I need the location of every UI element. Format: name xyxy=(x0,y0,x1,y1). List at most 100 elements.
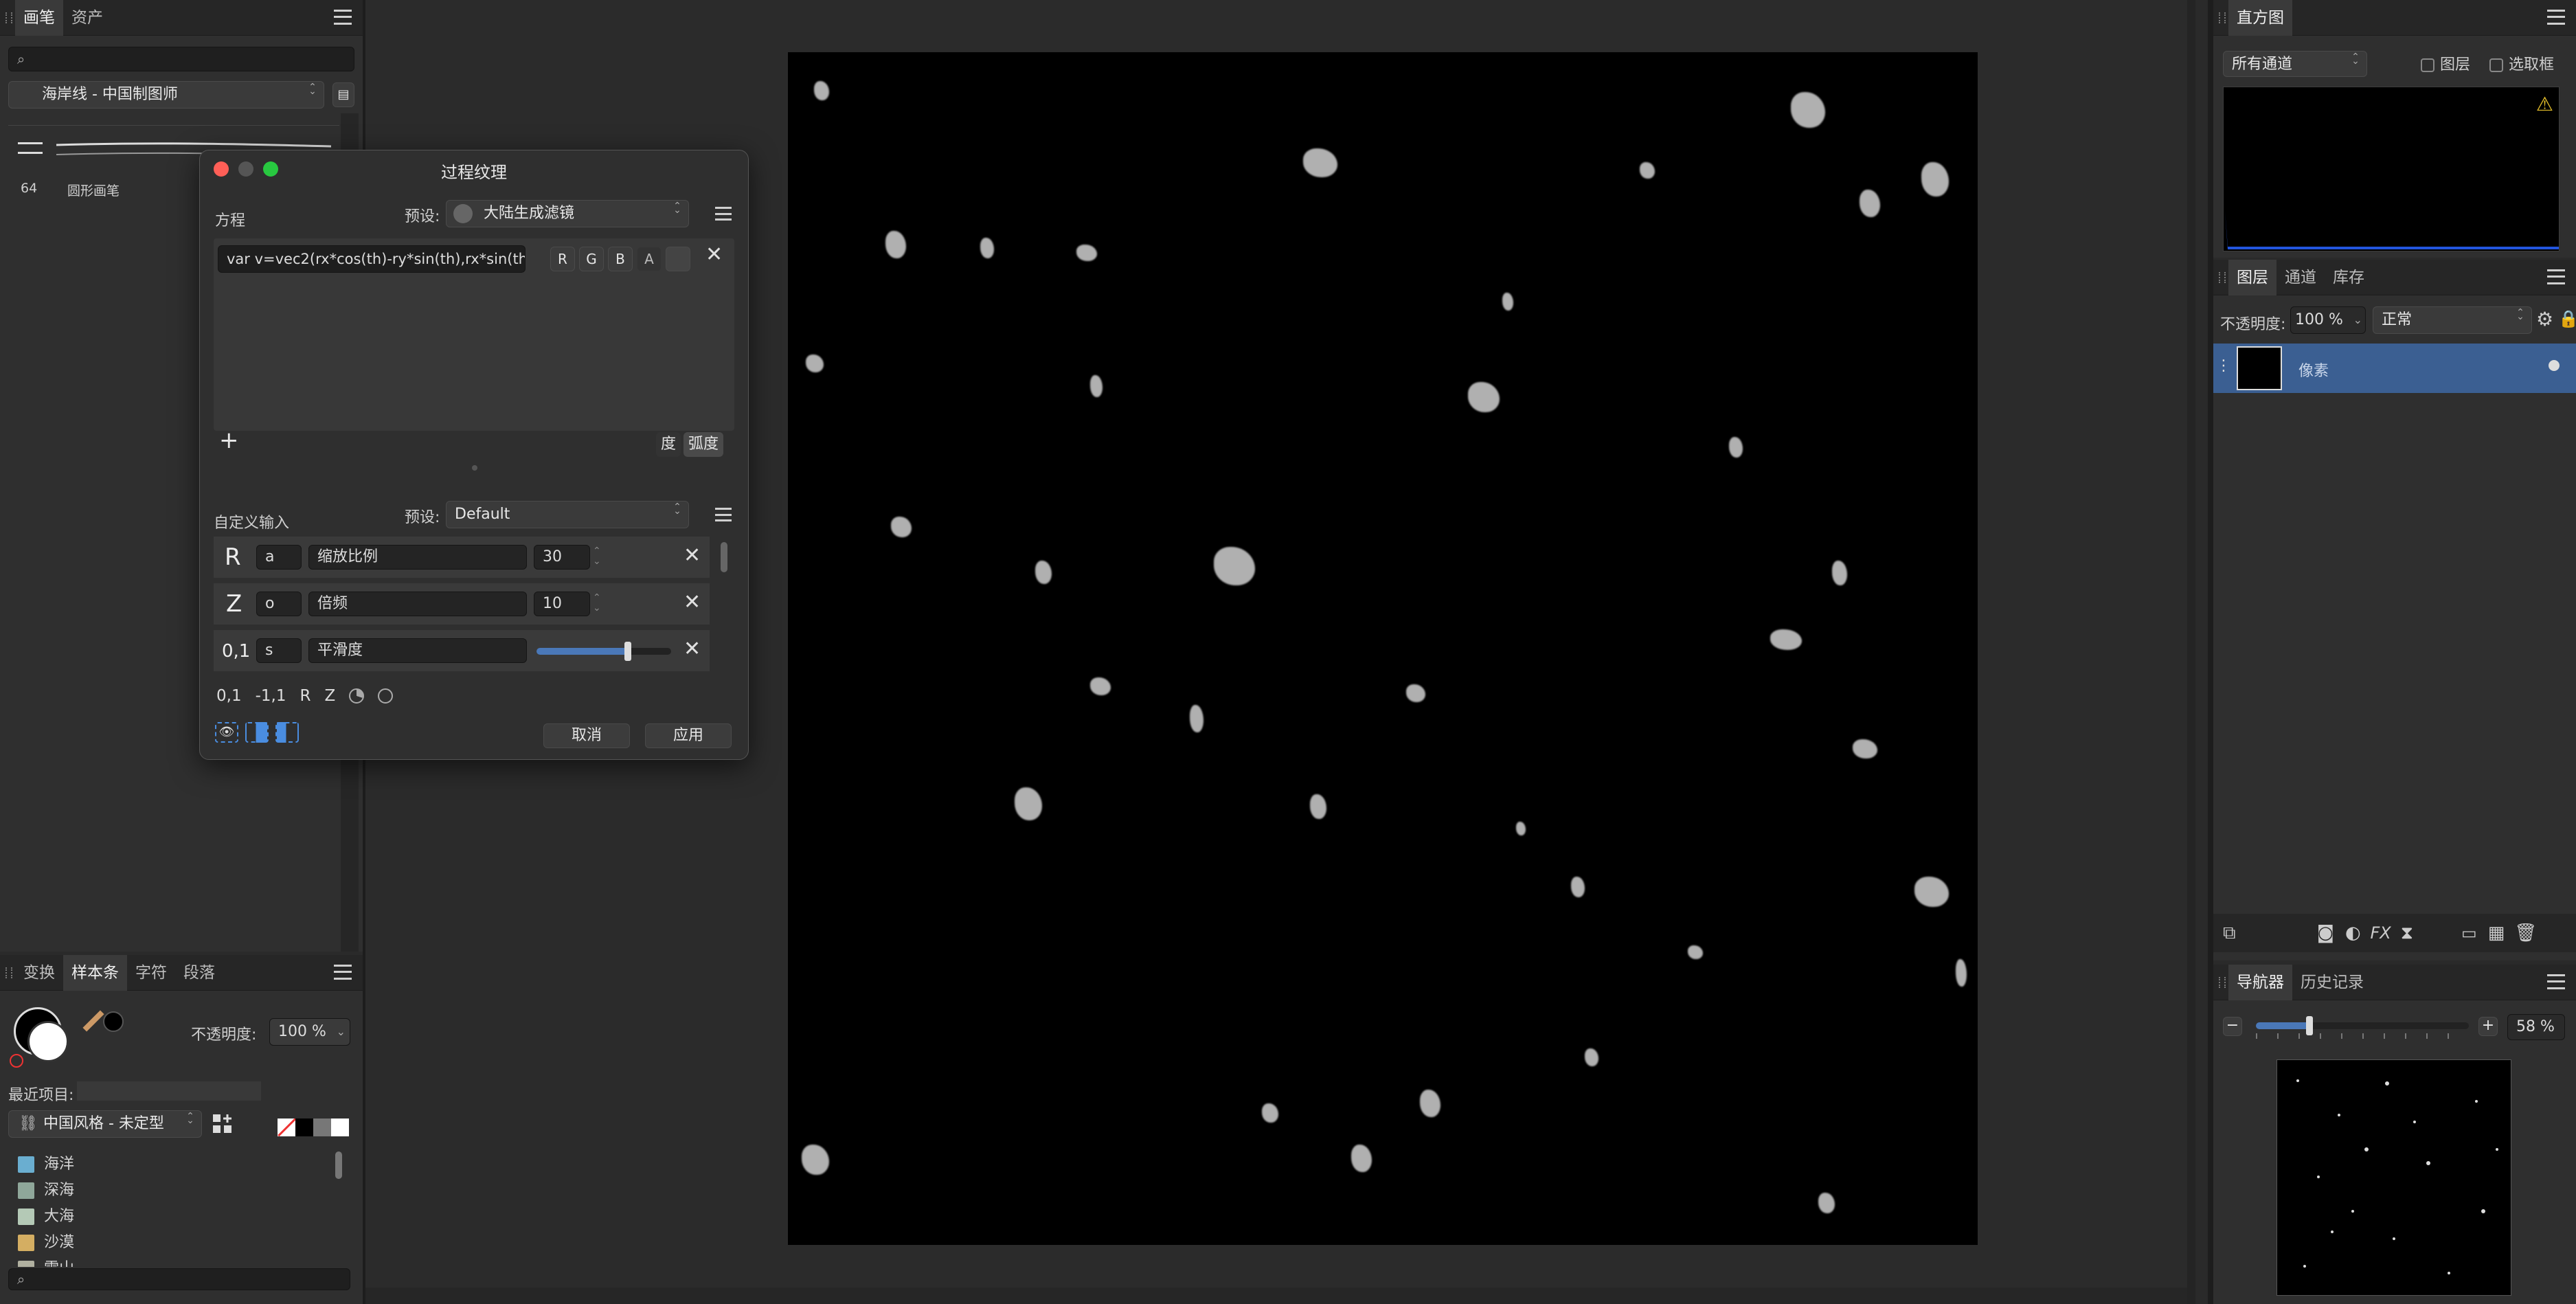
inputs-scrollbar[interactable] xyxy=(721,542,727,572)
channel-g-button[interactable]: G xyxy=(579,247,604,271)
color-list-item[interactable]: 海洋 xyxy=(18,1151,320,1178)
secondary-color-well[interactable] xyxy=(27,1021,69,1062)
equation-menu-icon[interactable] xyxy=(715,207,732,221)
panel-grip[interactable] xyxy=(2213,965,2228,1000)
checkbox-icon[interactable] xyxy=(2421,58,2434,72)
zoom-in-button[interactable]: + xyxy=(2478,1017,2498,1036)
tab-layers[interactable]: 图层 xyxy=(2228,259,2276,295)
checkbox-icon[interactable] xyxy=(2489,58,2503,72)
panel-grip[interactable] xyxy=(2213,260,2228,295)
smoothness-slider[interactable] xyxy=(536,642,671,661)
add-integer-input-button[interactable]: Z xyxy=(324,687,335,705)
channel-r-button[interactable]: R xyxy=(550,247,575,271)
color-list-item[interactable]: 沙漠 xyxy=(18,1230,320,1256)
add-equation-button[interactable]: + xyxy=(219,427,239,454)
trash-icon[interactable]: 🗑 xyxy=(2514,923,2537,943)
tab-assets[interactable]: 资产 xyxy=(63,0,111,36)
zoom-slider[interactable] xyxy=(2256,1016,2469,1035)
mask-icon[interactable]: ◙ xyxy=(2317,923,2334,943)
zoom-input[interactable]: 58 % xyxy=(2507,1014,2565,1040)
chevron-down-icon[interactable]: ⌄ xyxy=(337,1019,346,1045)
input-var-field[interactable]: s xyxy=(256,638,302,663)
menu-icon[interactable] xyxy=(334,10,352,25)
selection-checkbox[interactable]: 选取框 xyxy=(2489,52,2554,74)
input-value-field[interactable]: 30 xyxy=(534,545,590,570)
fx-icon[interactable]: FX xyxy=(2371,923,2391,943)
layer-opacity-input[interactable]: 100 % ⌄ xyxy=(2290,306,2366,334)
tab-brushes[interactable]: 画笔 xyxy=(15,0,63,36)
input-value-field[interactable]: 10 xyxy=(534,592,590,616)
zoom-knob[interactable] xyxy=(2305,1016,2313,1035)
cancel-button[interactable]: 取消 xyxy=(543,723,630,748)
blend-mode-select[interactable]: 正常 xyxy=(2373,306,2532,334)
opacity-input[interactable]: 100 % ⌄ xyxy=(269,1018,350,1046)
equation-input[interactable]: var v=vec2(rx*cos(th)-ry*sin(th),rx*sin(… xyxy=(218,245,526,273)
menu-icon[interactable] xyxy=(2547,10,2565,25)
gray-swatch[interactable] xyxy=(313,1118,331,1136)
tab-navigator[interactable]: 导航器 xyxy=(2228,964,2292,1000)
slider-knob[interactable] xyxy=(624,642,632,661)
custom-menu-icon[interactable] xyxy=(715,508,732,521)
warning-icon[interactable]: ⚠ xyxy=(2536,93,2553,115)
menu-icon[interactable] xyxy=(334,965,352,980)
remove-equation-icon[interactable]: ✕ xyxy=(705,243,723,267)
eye-preview-icon[interactable]: 👁 xyxy=(215,722,238,743)
channel-select[interactable]: 所有通道 xyxy=(2223,51,2367,77)
layer-checkbox[interactable]: 图层 xyxy=(2421,52,2470,74)
tab-channels[interactable]: 通道 xyxy=(2276,260,2325,295)
remove-input-icon[interactable]: ✕ xyxy=(683,543,701,567)
tab-history[interactable]: 历史记录 xyxy=(2292,965,2372,1000)
channel-b-button[interactable]: B xyxy=(608,247,633,271)
color-list-item[interactable]: 大海 xyxy=(18,1204,320,1230)
black-swatch[interactable] xyxy=(295,1118,313,1136)
color-list-item[interactable]: 深海 xyxy=(18,1178,320,1204)
lock-icon[interactable]: 🔒 xyxy=(2558,309,2576,328)
add-real-input-button[interactable]: R xyxy=(300,687,310,705)
stepper-icon[interactable]: ⌃ ⌄ xyxy=(593,546,601,567)
add-signed-input-button[interactable]: -1,1 xyxy=(256,687,286,705)
mirror-preview-icon[interactable] xyxy=(275,722,299,743)
custom-preset-select[interactable]: Default xyxy=(446,501,689,528)
input-name-field[interactable]: 缩放比例 xyxy=(308,545,527,570)
color-wells[interactable] xyxy=(10,1004,126,1068)
layer-adjust-icon[interactable]: ⧉ xyxy=(2223,923,2236,944)
none-swatch[interactable] xyxy=(278,1118,295,1136)
panel-grip[interactable] xyxy=(2213,0,2228,36)
tab-transform[interactable]: 变换 xyxy=(15,955,63,991)
tab-swatches[interactable]: 样本条 xyxy=(63,954,127,991)
tab-histogram[interactable]: 直方图 xyxy=(2228,0,2292,36)
input-var-field[interactable]: o xyxy=(256,592,302,616)
folder-icon[interactable]: ▭ xyxy=(2461,923,2477,943)
splitter-handle[interactable] xyxy=(472,465,477,471)
gear-icon[interactable]: ⚙ xyxy=(2536,308,2553,330)
tab-stock[interactable]: 库存 xyxy=(2325,260,2373,295)
tab-character[interactable]: 字符 xyxy=(127,955,175,991)
input-name-field[interactable]: 平滑度 xyxy=(308,638,527,663)
layer-row[interactable]: ⋮ 像素 xyxy=(2213,344,2576,393)
swatch-search-input[interactable]: ⌕ xyxy=(8,1268,350,1290)
equation-preset-select[interactable]: 大陆生成滤镜 xyxy=(446,200,689,227)
picked-color-well[interactable] xyxy=(103,1011,124,1032)
add-unit-input-button[interactable]: 0,1 xyxy=(216,687,242,705)
input-name-field[interactable]: 倍频 xyxy=(308,592,527,616)
canvas[interactable] xyxy=(788,52,1978,1245)
tab-paragraph[interactable]: 段落 xyxy=(175,955,223,991)
channel-extra-button[interactable] xyxy=(666,247,690,271)
right-divider[interactable] xyxy=(2208,0,2213,1304)
add-swatch-icon[interactable] xyxy=(212,1113,234,1135)
apply-button[interactable]: 应用 xyxy=(645,723,732,748)
add-color-input-icon[interactable] xyxy=(349,688,365,704)
vertical-scrollbar[interactable] xyxy=(2187,0,2195,1304)
brush-search-input[interactable]: ⌕ xyxy=(8,47,354,71)
remove-input-icon[interactable]: ✕ xyxy=(683,637,701,661)
palette-select[interactable]: ⛓ 中国风格 - 未定型 xyxy=(8,1110,202,1138)
panel-grip[interactable] xyxy=(0,0,15,36)
zoom-out-button[interactable]: − xyxy=(2223,1017,2242,1036)
no-color-icon[interactable] xyxy=(10,1054,23,1068)
input-var-field[interactable]: a xyxy=(256,545,302,570)
split-preview-icon[interactable] xyxy=(245,722,269,743)
radians-button[interactable]: 弧度 xyxy=(683,432,723,457)
navigator-preview[interactable] xyxy=(2276,1059,2511,1296)
white-swatch[interactable] xyxy=(331,1118,349,1136)
menu-icon[interactable] xyxy=(2547,269,2565,284)
